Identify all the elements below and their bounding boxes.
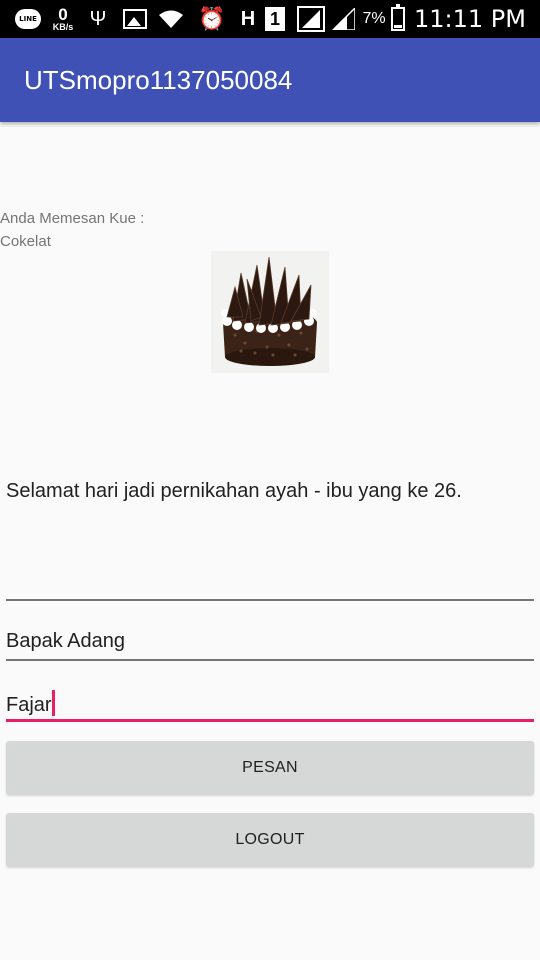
order-label-title: Anda Memesan Kue : — [0, 210, 145, 227]
sender-input-wrapper: Fajar — [6, 690, 55, 717]
pesan-button[interactable]: PESAN — [6, 741, 534, 795]
greeting-message: Selamat hari jadi pernikahan ayah - ibu … — [6, 480, 462, 502]
network-speed-unit: KB/s — [52, 22, 74, 32]
text-cursor — [51, 690, 55, 716]
line-app-icon: LINE — [14, 0, 42, 38]
app-bar: UTSmopro1137050084 — [0, 38, 540, 122]
chocolate-cake-image — [211, 251, 329, 373]
recipient-input-field[interactable]: Bapak Adang — [6, 620, 534, 661]
image-notification-icon — [122, 0, 148, 38]
sim-label: 1 — [265, 7, 285, 31]
usb-icon: Ψ — [89, 7, 107, 30]
field-underline-focused — [6, 719, 534, 722]
network-speed-value: 0 — [58, 5, 68, 24]
message-input-field[interactable] — [6, 560, 534, 601]
sim-icon: 1 — [264, 0, 286, 38]
battery-icon — [388, 0, 408, 38]
clock: 11:11 PM — [414, 5, 526, 33]
wifi-icon — [158, 0, 184, 38]
alarm-icon: ⏰ — [198, 6, 226, 31]
field-underline — [6, 659, 534, 661]
field-underline — [6, 599, 534, 601]
sender-input-field[interactable]: Fajar — [6, 680, 534, 722]
signal-icon-sim2 — [330, 0, 356, 38]
order-label: Anda Memesan Kue : Cokelat — [0, 207, 180, 253]
recipient-input-value: Bapak Adang — [6, 630, 125, 652]
status-bar: LINE 0 KB/s Ψ ⏰ H 1 7% 11:11 PM — [0, 0, 540, 38]
order-cake-type: Cokelat — [0, 233, 51, 250]
battery-percent: 7% — [362, 10, 386, 27]
app-title: UTSmopro1137050084 — [24, 65, 293, 95]
network-speed: 0 KB/s — [46, 0, 80, 38]
logout-button[interactable]: LOGOUT — [6, 813, 534, 867]
sender-input-value: Fajar — [6, 694, 52, 716]
signal-icon-sim1 — [296, 0, 326, 38]
network-type-icon: H — [240, 7, 256, 30]
